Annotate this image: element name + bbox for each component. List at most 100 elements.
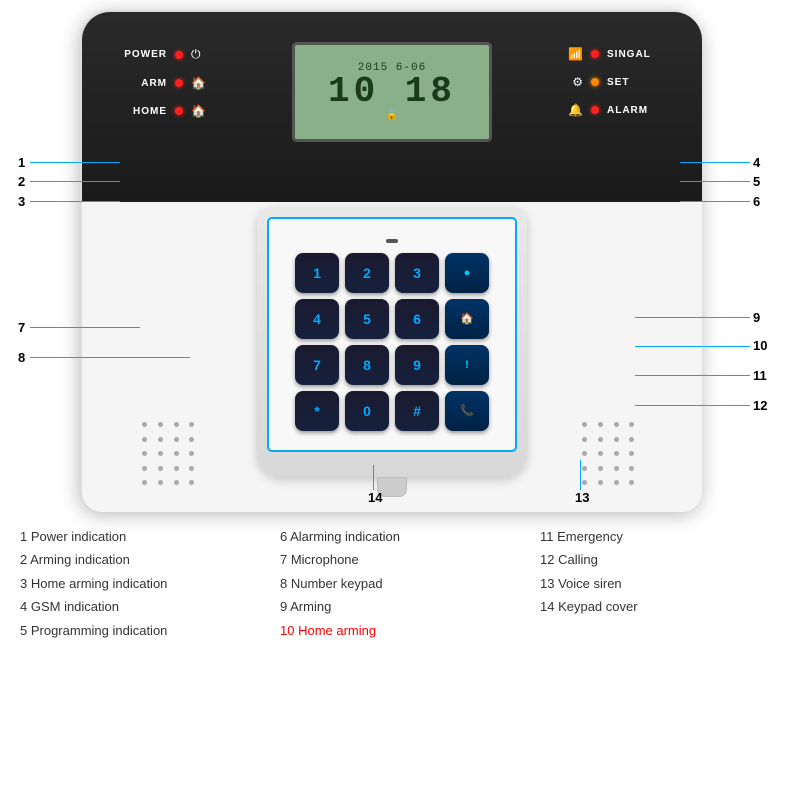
home-label: HOME	[122, 106, 167, 117]
legend-item-3: 3 Home arming indication	[20, 572, 260, 595]
ann-num-3: 3	[18, 194, 25, 209]
key-2[interactable]: 2	[345, 253, 389, 293]
ann-num-11: 11	[753, 368, 767, 383]
key-6[interactable]: 6	[395, 299, 439, 339]
keypad-row-3: 7 8 9 !	[295, 345, 489, 385]
key-home[interactable]: 🏠	[445, 299, 489, 339]
legend-item-11: 11 Emergency	[540, 525, 780, 548]
key-1[interactable]: 1	[295, 253, 339, 293]
alarm-dot	[591, 106, 599, 114]
lcd-icons: 🔒	[386, 110, 398, 122]
speaker-right	[582, 422, 642, 492]
key-call[interactable]: 📞	[445, 391, 489, 431]
keypad-row-2: 4 5 6 🏠	[295, 299, 489, 339]
arm-icon: 🏠	[191, 76, 206, 90]
ann-num-14: 14	[368, 490, 382, 505]
home-dot	[175, 107, 183, 115]
indicator-signal: 📶 SINGAL	[568, 47, 662, 61]
ann-line-4	[680, 162, 750, 163]
power-icon: ⏻	[191, 47, 201, 62]
ann-line-14v	[373, 465, 374, 490]
arm-dot	[175, 79, 183, 87]
ann-line-7	[30, 327, 140, 328]
legend-item-6: 6 Alarming indication	[280, 525, 520, 548]
key-0[interactable]: 0	[345, 391, 389, 431]
ann-line-2	[30, 181, 120, 182]
device-body: 2015 6-06 10 18 🔒 POWER ⏻ ARM 🏠	[80, 10, 700, 510]
ann-line-8	[30, 357, 190, 358]
key-hash[interactable]: #	[395, 391, 439, 431]
ann-line-10	[635, 346, 750, 347]
legend-item-12: 12 Calling	[540, 548, 780, 571]
key-8[interactable]: 8	[345, 345, 389, 385]
legend-item-8: 8 Number keypad	[280, 572, 520, 595]
legend-item-1: 1 Power indication	[20, 525, 260, 548]
lcd-time: 10 18	[328, 74, 456, 110]
ann-line-9	[635, 317, 750, 318]
key-3[interactable]: 3	[395, 253, 439, 293]
arm-label: ARM	[122, 78, 167, 89]
key-emergency[interactable]: !	[445, 345, 489, 385]
legend-col3: 11 Emergency 12 Calling 13 Voice siren 1…	[540, 525, 780, 642]
signal-dot	[591, 50, 599, 58]
ann-line-11	[635, 375, 750, 376]
top-panel: 2015 6-06 10 18 🔒 POWER ⏻ ARM 🏠	[82, 12, 702, 202]
set-dot	[591, 78, 599, 86]
power-label: POWER	[122, 49, 167, 60]
power-dot	[175, 51, 183, 59]
keypad-panel: 1 2 3 ● 4 5 6 🏠 7 8 9 !	[267, 217, 517, 452]
keypad-row-1: 1 2 3 ●	[295, 253, 489, 293]
legend-item-2: 2 Arming indication	[20, 548, 260, 571]
ann-num-8: 8	[18, 350, 25, 365]
legend-col2: 6 Alarming indication 7 Microphone 8 Num…	[280, 525, 520, 642]
indicators-left: POWER ⏻ ARM 🏠 HOME 🏠	[122, 47, 206, 118]
key-star[interactable]: *	[295, 391, 339, 431]
legend-col1: 1 Power indication 2 Arming indication 3…	[20, 525, 260, 642]
legend-item-5: 5 Programming indication	[20, 619, 260, 642]
key-9[interactable]: 9	[395, 345, 439, 385]
legend-item-10: 10 Home arming	[280, 619, 520, 642]
indicator-power: POWER ⏻	[122, 47, 206, 62]
signal-label: SINGAL	[607, 49, 662, 60]
device-container: 2015 6-06 10 18 🔒 POWER ⏻ ARM 🏠	[80, 10, 700, 510]
ann-line-12	[635, 405, 750, 406]
page: 2015 6-06 10 18 🔒 POWER ⏻ ARM 🏠	[0, 0, 800, 800]
indicator-arm: ARM 🏠	[122, 76, 206, 90]
alarm-icon: 🔔	[568, 103, 583, 117]
ann-num-13: 13	[575, 490, 589, 505]
legend-item-4: 4 GSM indication	[20, 595, 260, 618]
legend: 1 Power indication 2 Arming indication 3…	[20, 525, 780, 642]
indicator-set: ⚙ SET	[568, 75, 662, 89]
ann-num-6: 6	[753, 194, 760, 209]
ann-line-3	[30, 201, 120, 202]
signal-icon: 📶	[568, 47, 583, 61]
ann-line-1	[30, 162, 120, 163]
ann-num-7: 7	[18, 320, 25, 335]
speaker-left	[142, 422, 202, 492]
keypad-led	[386, 239, 398, 243]
ann-num-4: 4	[753, 155, 760, 170]
indicators-right: 📶 SINGAL ⚙ SET 🔔 ALARM	[568, 47, 662, 117]
indicator-alarm: 🔔 ALARM	[568, 103, 662, 117]
alarm-label: ALARM	[607, 105, 662, 116]
ann-line-6	[680, 201, 750, 202]
indicator-home: HOME 🏠	[122, 104, 206, 118]
key-7[interactable]: 7	[295, 345, 339, 385]
ann-num-12: 12	[753, 398, 767, 413]
legend-item-9: 9 Arming	[280, 595, 520, 618]
ann-num-5: 5	[753, 174, 760, 189]
set-label: SET	[607, 77, 662, 88]
legend-item-7: 7 Microphone	[280, 548, 520, 571]
key-4[interactable]: 4	[295, 299, 339, 339]
key-5[interactable]: 5	[345, 299, 389, 339]
ann-line-13v	[580, 460, 581, 490]
keypad-row-4: * 0 # 📞	[295, 391, 489, 431]
legend-item-14: 14 Keypad cover	[540, 595, 780, 618]
key-arm[interactable]: ●	[445, 253, 489, 293]
ann-num-10: 10	[753, 338, 767, 353]
ann-num-9: 9	[753, 310, 760, 325]
ann-num-2: 2	[18, 174, 25, 189]
ann-line-5	[680, 181, 750, 182]
set-icon: ⚙	[572, 75, 583, 89]
lcd-display: 2015 6-06 10 18 🔒	[292, 42, 492, 142]
